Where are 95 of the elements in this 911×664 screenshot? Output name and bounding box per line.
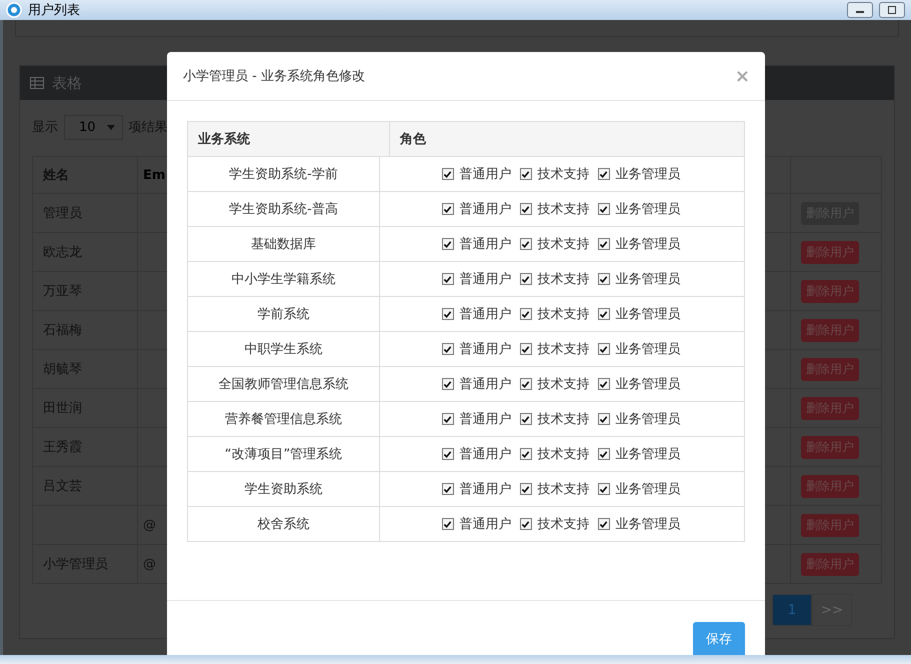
- checkbox-label: 业务管理员: [616, 236, 680, 253]
- checkbox-label: 普通用户: [460, 410, 512, 428]
- checkbox-label: 业务管理员: [616, 341, 680, 358]
- table-cell-text: 中小学生学籍系统: [232, 271, 336, 288]
- checkbox-label: 普通用户: [460, 306, 512, 323]
- checkbox-label: 业务管理员: [616, 446, 680, 463]
- checkbox[interactable]: [442, 378, 454, 390]
- checkbox[interactable]: [520, 483, 532, 495]
- checkbox-label: 业务管理员: [616, 516, 680, 533]
- checkbox-label: 技术支持: [538, 446, 590, 463]
- table-cell: @: [143, 556, 156, 572]
- checkbox[interactable]: [442, 448, 454, 460]
- checkbox-label: 技术支持: [538, 166, 590, 183]
- checkbox[interactable]: [520, 518, 532, 530]
- checkbox[interactable]: [598, 308, 610, 320]
- table-cell-text: 学生资助系统-普高: [229, 200, 338, 218]
- checkbox-label: 普通用户: [460, 236, 512, 253]
- maximize-icon: [887, 5, 897, 15]
- page-length-select[interactable]: 10: [64, 114, 123, 140]
- checkbox-label: 普通用户: [460, 516, 512, 533]
- table-cell: @: [143, 518, 156, 532]
- checkbox[interactable]: [598, 343, 610, 355]
- checkbox[interactable]: [442, 273, 454, 285]
- checkbox-label: 业务管理员: [616, 376, 680, 393]
- table-cell-text: “改薄项目”管理系统: [224, 446, 342, 463]
- checkbox[interactable]: [520, 203, 532, 215]
- caret-icon: [106, 122, 116, 132]
- checkbox[interactable]: [598, 378, 610, 390]
- checkbox-label: 普通用户: [460, 446, 512, 463]
- maximize-button[interactable]: [879, 2, 905, 18]
- table-cell-text: 基础数据库: [251, 236, 316, 253]
- checkbox[interactable]: [598, 203, 610, 215]
- table-cell-text: 中职学生系统: [244, 341, 322, 358]
- checkbox-label: 业务管理员: [616, 166, 680, 183]
- checkbox-label: 业务管理员: [616, 481, 680, 498]
- checkbox[interactable]: [442, 168, 454, 180]
- checkbox[interactable]: [520, 343, 532, 355]
- checkbox-label: 技术支持: [538, 376, 590, 393]
- checkbox[interactable]: [520, 413, 532, 425]
- checkbox-label: 普通用户: [460, 340, 512, 358]
- checkbox-label: 普通用户: [460, 270, 512, 288]
- checkbox-label: 业务管理员: [616, 411, 680, 428]
- table-icon: [30, 77, 44, 89]
- checkbox[interactable]: [520, 378, 532, 390]
- checkbox-label: 普通用户: [460, 480, 512, 498]
- checkbox[interactable]: [520, 448, 532, 460]
- column-header: Em: [142, 166, 166, 184]
- column-header: 业务系统: [188, 122, 390, 156]
- checkbox[interactable]: [598, 483, 610, 495]
- table-cell-text: 学前系统: [258, 306, 310, 323]
- checkbox[interactable]: [442, 308, 454, 320]
- checkbox-label: 业务管理员: [616, 306, 680, 323]
- minimize-button[interactable]: [847, 2, 873, 18]
- checkbox[interactable]: [442, 413, 454, 425]
- checkbox-label: 技术支持: [538, 481, 590, 498]
- checkbox[interactable]: [598, 413, 610, 425]
- dialog-title: 小学管理员 - 业务系统角色修改: [183, 68, 365, 85]
- checkbox[interactable]: [442, 238, 454, 250]
- checkbox[interactable]: [598, 518, 610, 530]
- app-icon: [6, 2, 22, 18]
- page-button[interactable]: 1: [772, 594, 812, 626]
- checkbox[interactable]: [520, 168, 532, 180]
- checkbox-label: 技术支持: [538, 341, 590, 358]
- checkbox-label: 技术支持: [538, 236, 590, 253]
- column-header: 角色: [398, 131, 427, 149]
- checkbox[interactable]: [442, 518, 454, 530]
- table-cell-text: 全国教师管理信息系统: [218, 376, 348, 393]
- checkbox-label: 普通用户: [460, 166, 512, 183]
- table-cell-text: 校舍系统: [258, 516, 310, 533]
- checkbox-label: 业务管理员: [616, 271, 680, 288]
- save-button[interactable]: 保存: [693, 622, 745, 655]
- checkbox[interactable]: [598, 448, 610, 460]
- table-cell-text: 学生资助系统: [244, 481, 322, 498]
- checkbox[interactable]: [598, 168, 610, 180]
- checkbox[interactable]: [520, 308, 532, 320]
- checkbox-label: 技术支持: [538, 411, 590, 428]
- checkbox[interactable]: [442, 203, 454, 215]
- checkbox-label: 业务管理员: [616, 201, 680, 218]
- checkbox[interactable]: [442, 483, 454, 495]
- checkbox-label: 技术支持: [538, 201, 590, 218]
- page-button[interactable]: >>: [812, 594, 852, 626]
- checkbox-label: 技术支持: [538, 271, 590, 288]
- checkbox-label: 普通用户: [460, 200, 512, 218]
- checkbox[interactable]: [520, 238, 532, 250]
- checkbox-label: 技术支持: [538, 516, 590, 533]
- checkbox-label: 普通用户: [460, 376, 512, 393]
- checkbox[interactable]: [598, 273, 610, 285]
- checkbox[interactable]: [598, 238, 610, 250]
- checkbox[interactable]: [520, 273, 532, 285]
- table-cell-text: 营养餐管理信息系统: [225, 411, 342, 428]
- table-cell-text: 学生资助系统-学前: [229, 166, 338, 183]
- close-button[interactable]: ×: [734, 66, 750, 86]
- checkbox[interactable]: [442, 343, 454, 355]
- window-title: 用户列表: [28, 2, 80, 19]
- checkbox-label: 技术支持: [538, 306, 590, 323]
